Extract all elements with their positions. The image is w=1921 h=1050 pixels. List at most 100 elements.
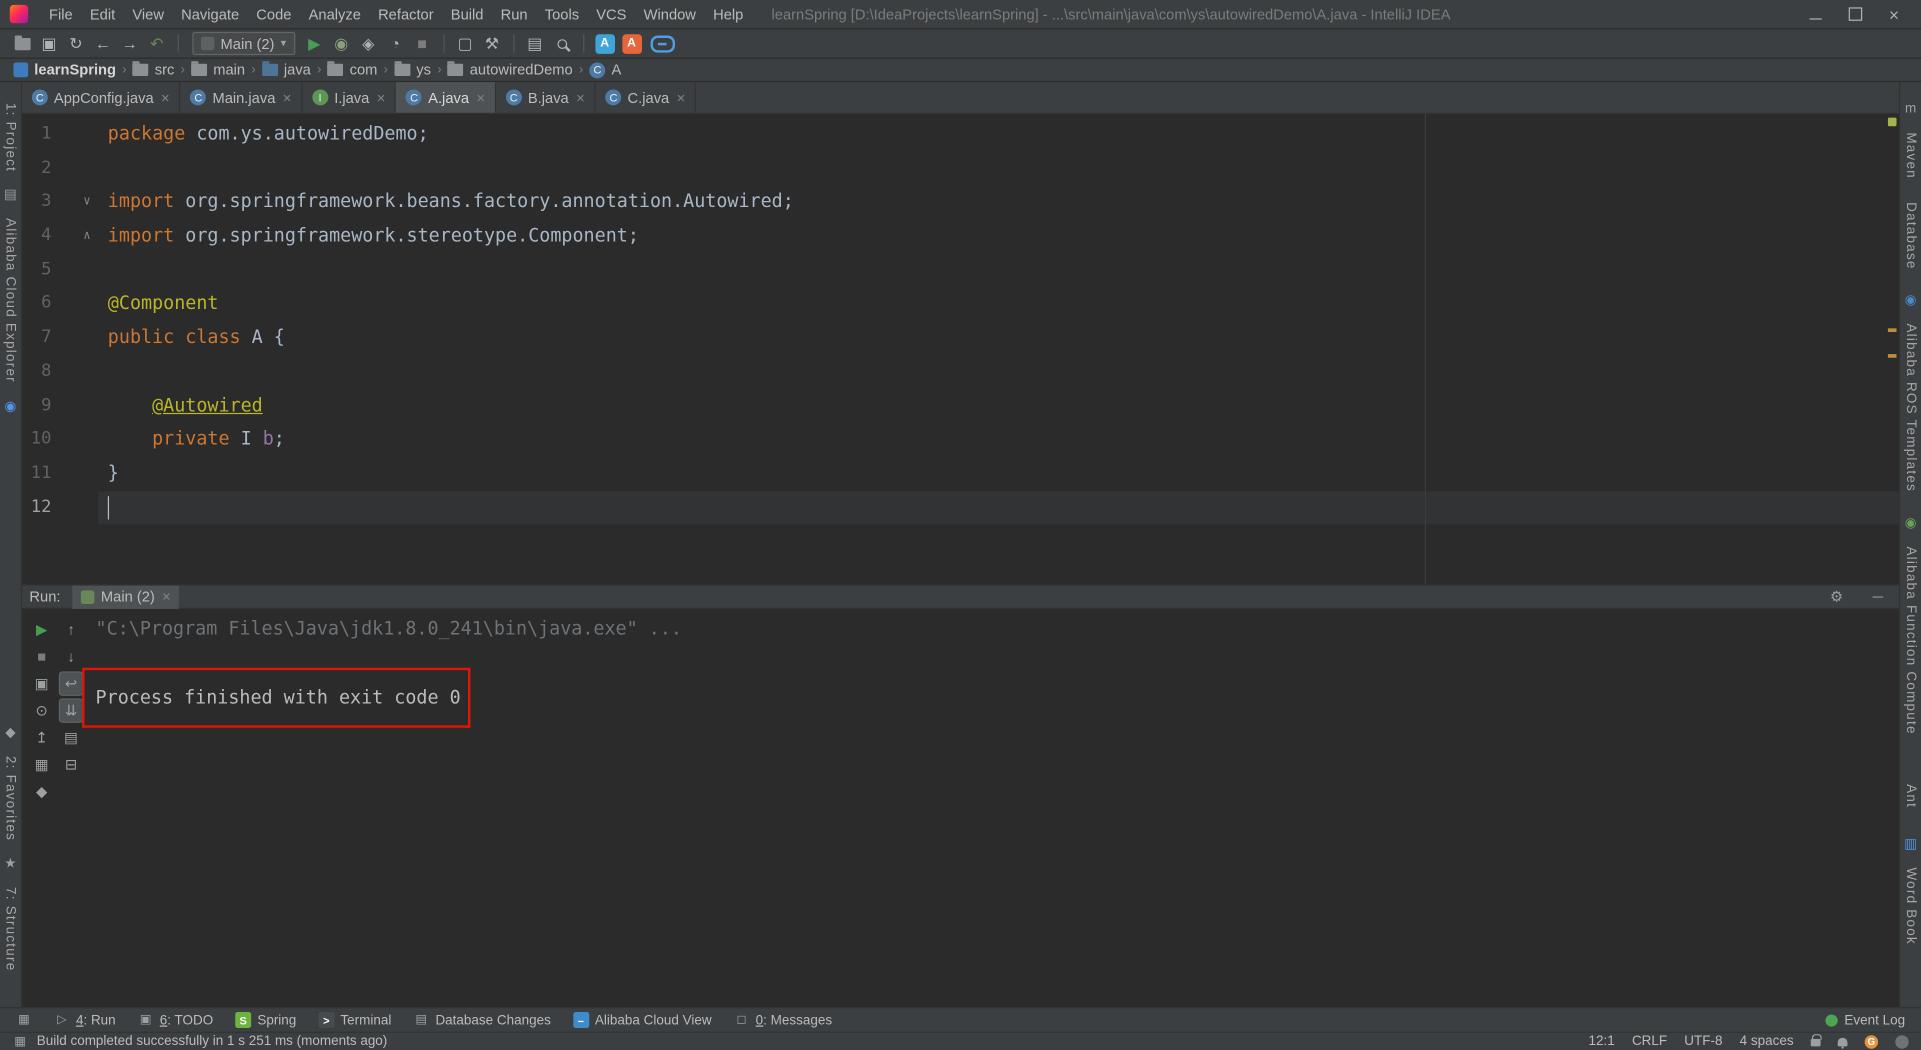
- menu-item-help[interactable]: Help: [705, 3, 752, 25]
- breadcrumb-item-learnspring[interactable]: learnSpring: [10, 61, 120, 78]
- pin-icon[interactable]: ◆: [5, 725, 15, 740]
- up-stack-trace-icon[interactable]: ↑: [59, 618, 84, 643]
- tab-main-java[interactable]: C Main.java ×: [181, 82, 303, 113]
- alibaba-ros-icon[interactable]: ◉: [1905, 293, 1917, 308]
- console-output[interactable]: "C:\Program Files\Java\jdk1.8.0_241\bin\…: [91, 609, 1899, 1007]
- maven-icon[interactable]: m: [1905, 102, 1916, 117]
- stop-icon[interactable]: ■: [410, 31, 435, 56]
- toolwindow-alibaba-ros-templates[interactable]: Alibaba ROS Templates: [1903, 324, 1918, 493]
- line-separator[interactable]: CRLF: [1632, 1034, 1667, 1049]
- alibaba-function-compute-icon[interactable]: ◉: [1905, 515, 1917, 530]
- close-icon[interactable]: ×: [576, 89, 585, 106]
- profiler-icon[interactable]: ◔: [383, 31, 408, 56]
- event-log[interactable]: Event Log: [1815, 1008, 1916, 1031]
- favorites-star-icon[interactable]: ★: [4, 857, 16, 872]
- cloud-toolkit-icon[interactable]: A: [594, 33, 615, 54]
- toolwindow-database[interactable]: Database: [1903, 202, 1918, 270]
- settings-gear-icon[interactable]: ⚙: [1821, 588, 1851, 605]
- run-icon[interactable]: ▶: [302, 31, 327, 56]
- menu-item-refactor[interactable]: Refactor: [369, 3, 442, 25]
- menu-item-window[interactable]: Window: [635, 3, 704, 25]
- back-icon[interactable]: ←: [91, 31, 116, 56]
- breadcrumb-item-src[interactable]: src: [129, 61, 178, 78]
- close-icon[interactable]: ×: [377, 89, 386, 106]
- breadcrumb-item-main[interactable]: main: [187, 61, 248, 78]
- pin-tab-icon[interactable]: ◆: [29, 779, 54, 804]
- dump-threads-icon[interactable]: ▣: [29, 671, 54, 696]
- project-tree-icon[interactable]: ▤: [4, 188, 17, 203]
- tab-a-java[interactable]: C A.java ×: [396, 82, 497, 113]
- toolwindow-maven[interactable]: Maven: [1903, 132, 1918, 179]
- toolwindow-alibaba-function-compute[interactable]: Alibaba Function Compute: [1903, 546, 1918, 734]
- breadcrumb-item-autowireddemo[interactable]: autowiredDemo: [444, 61, 576, 78]
- menu-item-edit[interactable]: Edit: [81, 3, 123, 25]
- clear-console-icon[interactable]: ⊟: [59, 752, 84, 777]
- caret-position[interactable]: 12:1: [1589, 1034, 1615, 1049]
- file-encoding[interactable]: UTF-8: [1684, 1034, 1722, 1049]
- toolwindow-project[interactable]: 1: Project: [3, 103, 18, 172]
- rerun-icon[interactable]: ▶: [29, 618, 54, 643]
- toolwindow-alibaba-cloud-view[interactable]: – Alibaba Cloud View: [562, 1008, 723, 1031]
- toolwindow-run[interactable]: ▷ 4: Run: [43, 1008, 127, 1031]
- undo-icon[interactable]: ↶: [145, 31, 170, 56]
- run-tab[interactable]: Main (2) ×: [72, 585, 180, 609]
- close-icon[interactable]: ×: [476, 89, 485, 106]
- breadcrumb-item-ys[interactable]: ys: [391, 61, 435, 78]
- breadcrumb-item-com[interactable]: com: [324, 61, 381, 78]
- toolwindow-quick-access-icon[interactable]: ▦: [12, 1033, 28, 1049]
- readonly-lock-icon[interactable]: [1810, 1034, 1822, 1047]
- toolwindow-ant[interactable]: Ant: [1903, 785, 1918, 809]
- menu-item-analyze[interactable]: Analyze: [300, 3, 369, 25]
- close-icon[interactable]: ×: [162, 588, 171, 605]
- save-all-icon[interactable]: ▣: [37, 31, 62, 56]
- fold-icon[interactable]: ∧: [51, 219, 98, 253]
- toolwindow-structure[interactable]: 7: Structure: [3, 887, 18, 971]
- toolwindow-alibaba-cloud-explorer[interactable]: Alibaba Cloud Explorer: [3, 219, 18, 384]
- code-editor[interactable]: 1 2 3 ∨ 4 ∧ 5 6 7 8 9 10 11 12 package com.y…: [22, 113, 1899, 585]
- tab-appconfig-java[interactable]: C AppConfig.java ×: [22, 82, 181, 113]
- import-dump-icon[interactable]: ↥: [29, 725, 54, 750]
- fold-icon[interactable]: ∨: [51, 185, 98, 219]
- inspection-indicator-icon[interactable]: [1887, 117, 1897, 127]
- close-button[interactable]: ×: [1887, 4, 1902, 24]
- g-plugin-icon[interactable]: G: [1864, 1034, 1879, 1049]
- build-project-icon[interactable]: ⚒: [480, 31, 505, 56]
- word-book-icon[interactable]: ▥: [1904, 837, 1917, 852]
- close-icon[interactable]: ×: [283, 89, 292, 106]
- search-everywhere-icon[interactable]: [550, 31, 575, 56]
- indent-size[interactable]: 4 spaces: [1740, 1034, 1794, 1049]
- restore-layout-icon[interactable]: ▦: [29, 752, 54, 777]
- toolwindow-favorites[interactable]: 2: Favorites: [3, 756, 18, 841]
- warning-stripe-mark[interactable]: [1887, 328, 1897, 333]
- menu-item-navigate[interactable]: Navigate: [173, 3, 248, 25]
- run-with-coverage-icon[interactable]: ◈: [356, 31, 381, 56]
- print-icon[interactable]: ▤: [59, 725, 84, 750]
- editor-layout-icon[interactable]: ▤: [523, 31, 548, 56]
- toolwindow-spring[interactable]: S Spring: [224, 1008, 307, 1031]
- tab-b-java[interactable]: C B.java ×: [496, 82, 596, 113]
- forward-icon[interactable]: →: [118, 31, 143, 56]
- hide-panel-icon[interactable]: ─: [1864, 588, 1892, 605]
- code-area[interactable]: package com.ys.autowiredDemo; import org…: [98, 114, 1899, 584]
- stop-icon[interactable]: ■: [29, 644, 54, 669]
- close-icon[interactable]: ×: [677, 89, 686, 106]
- open-icon[interactable]: [10, 31, 35, 56]
- menu-item-file[interactable]: File: [40, 3, 81, 25]
- menu-item-view[interactable]: View: [124, 3, 173, 25]
- minimize-button[interactable]: [1808, 6, 1823, 23]
- close-icon[interactable]: ×: [161, 89, 170, 106]
- alibaba-cloud-icon[interactable]: [649, 34, 675, 53]
- maximize-button[interactable]: [1847, 6, 1862, 23]
- breadcrumb-item-java[interactable]: java: [258, 61, 314, 78]
- toolwindow-word-book[interactable]: Word Book: [1903, 867, 1918, 944]
- toolwindow-messages[interactable]: ◻ 0: Messages: [723, 1008, 844, 1031]
- tab-i-java[interactable]: I I.java ×: [302, 82, 397, 113]
- run-configuration-select[interactable]: Main (2) ▾: [192, 31, 295, 56]
- tab-c-java[interactable]: C C.java ×: [596, 82, 697, 113]
- menu-item-tools[interactable]: Tools: [536, 3, 587, 25]
- menu-item-run[interactable]: Run: [492, 3, 536, 25]
- down-stack-trace-icon[interactable]: ↓: [59, 644, 84, 669]
- toolwindow-database-changes[interactable]: ▤ Database Changes: [402, 1008, 561, 1031]
- menu-item-build[interactable]: Build: [442, 3, 492, 25]
- toolwindow-todo[interactable]: ▣ 6: TODO: [127, 1008, 225, 1031]
